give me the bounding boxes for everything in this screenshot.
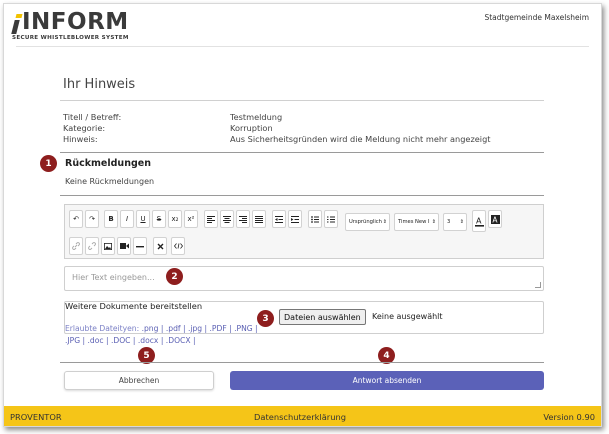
redo-button[interactable]: ↷ [85,210,99,228]
step-badge-3: 3 [257,310,274,327]
title-divider [60,100,544,101]
header-divider [16,46,589,47]
submit-reply-button[interactable]: Antwort absenden [230,371,544,390]
align-justify-icon[interactable] [252,210,266,228]
paragraph-format-select[interactable]: Ursprünglich ⇕ [345,213,390,231]
reply-text-input[interactable]: Hier Text eingeben... [64,266,544,291]
footer-brand: PROVENTOR [10,412,62,422]
resize-handle-icon[interactable] [535,282,541,288]
underline-button[interactable]: U [136,210,150,228]
unlink-icon[interactable] [85,237,99,255]
background-color-icon[interactable]: A [488,210,502,228]
select-arrow-icon: ⇕ [459,219,464,225]
indent-icon[interactable] [288,210,302,228]
font-color-icon[interactable]: A [472,210,486,232]
strikethrough-button[interactable]: S [152,210,166,228]
video-icon[interactable] [117,237,131,255]
source-code-icon[interactable] [171,237,185,255]
step-badge-2: 2 [166,268,183,285]
field-value-title: Testmeldung [230,112,283,122]
superscript-button[interactable]: x² [184,210,198,228]
bullet-list-icon[interactable] [308,210,322,228]
image-icon[interactable] [101,237,115,255]
documents-heading: Weitere Dokumente bereitstellen [65,301,203,311]
horizontal-rule-icon[interactable] [133,237,147,255]
no-file-selected-text: Keine ausgewählt [372,312,443,321]
footer: PROVENTOR Datenschutzerklärung Version 0… [4,406,601,426]
footer-version: Version 0.90 [543,412,595,422]
align-left-icon[interactable] [204,210,218,228]
reply-text-placeholder: Hier Text eingeben... [72,273,155,282]
allowed-filetypes: Erlaubte Dateityen: .png | .pdf | .jpg |… [65,323,265,347]
logo-text: INFORM [22,9,129,35]
app-window: INFORM SECURE WHISTLEBLOWER SYSTEM Stadt… [3,3,602,427]
undo-button[interactable]: ↶ [69,210,83,228]
feedback-empty-text: Keine Rückmeldungen [65,177,155,186]
svg-text:A: A [476,216,482,225]
privacy-policy-link[interactable]: Datenschutzerklärung [254,412,346,422]
font-family-value: Times New I [398,219,430,225]
italic-button[interactable]: I [120,210,134,228]
font-size-select[interactable]: 3 ⇕ [443,213,467,231]
field-label-category: Kategorie: [63,123,106,133]
field-label-title: Titell / Betreff: [63,112,122,122]
link-icon[interactable] [69,237,83,255]
font-size-value: 3 [447,219,451,225]
numbered-list-icon[interactable] [324,210,338,228]
page-title: Ihr Hinweis [63,77,136,92]
font-family-select[interactable]: Times New I ⇕ [394,213,439,231]
choose-files-button[interactable]: Dateien auswählen [279,309,366,325]
feedback-divider [60,195,544,196]
info-divider [60,152,544,153]
select-arrow-icon: ⇕ [382,219,387,225]
outdent-icon[interactable] [272,210,286,228]
actions-divider [60,362,544,363]
logo: INFORM SECURE WHISTLEBLOWER SYSTEM [11,9,129,41]
field-label-report: Hinweis: [63,134,98,144]
svg-text:A: A [492,215,498,224]
organization-name: Stadtgemeinde Maxelsheim [484,13,589,22]
align-center-icon[interactable] [220,210,234,228]
remove-format-icon[interactable] [153,237,167,255]
step-badge-1: 1 [40,155,57,172]
paragraph-format-value: Ursprünglich [349,219,382,225]
editor-toolbar: ↶ ↷ B I U S x₂ x² Ursprünglich ⇕ Times N… [64,204,544,259]
subscript-button[interactable]: x₂ [168,210,182,228]
select-arrow-icon: ⇕ [431,219,436,225]
cancel-button[interactable]: Abbrechen [64,371,214,390]
bold-button[interactable]: B [104,210,118,228]
field-value-category: Korruption [230,123,273,133]
field-value-report: Aus Sicherheitsgründen wird die Meldung … [230,134,491,144]
align-right-icon[interactable] [236,210,250,228]
logo-tagline: SECURE WHISTLEBLOWER SYSTEM [12,35,129,41]
allowed-filetypes-label: Erlaubte Dateityen: [65,324,140,333]
feedback-heading: Rückmeldungen [65,158,151,169]
logo-i-mark [11,14,23,34]
